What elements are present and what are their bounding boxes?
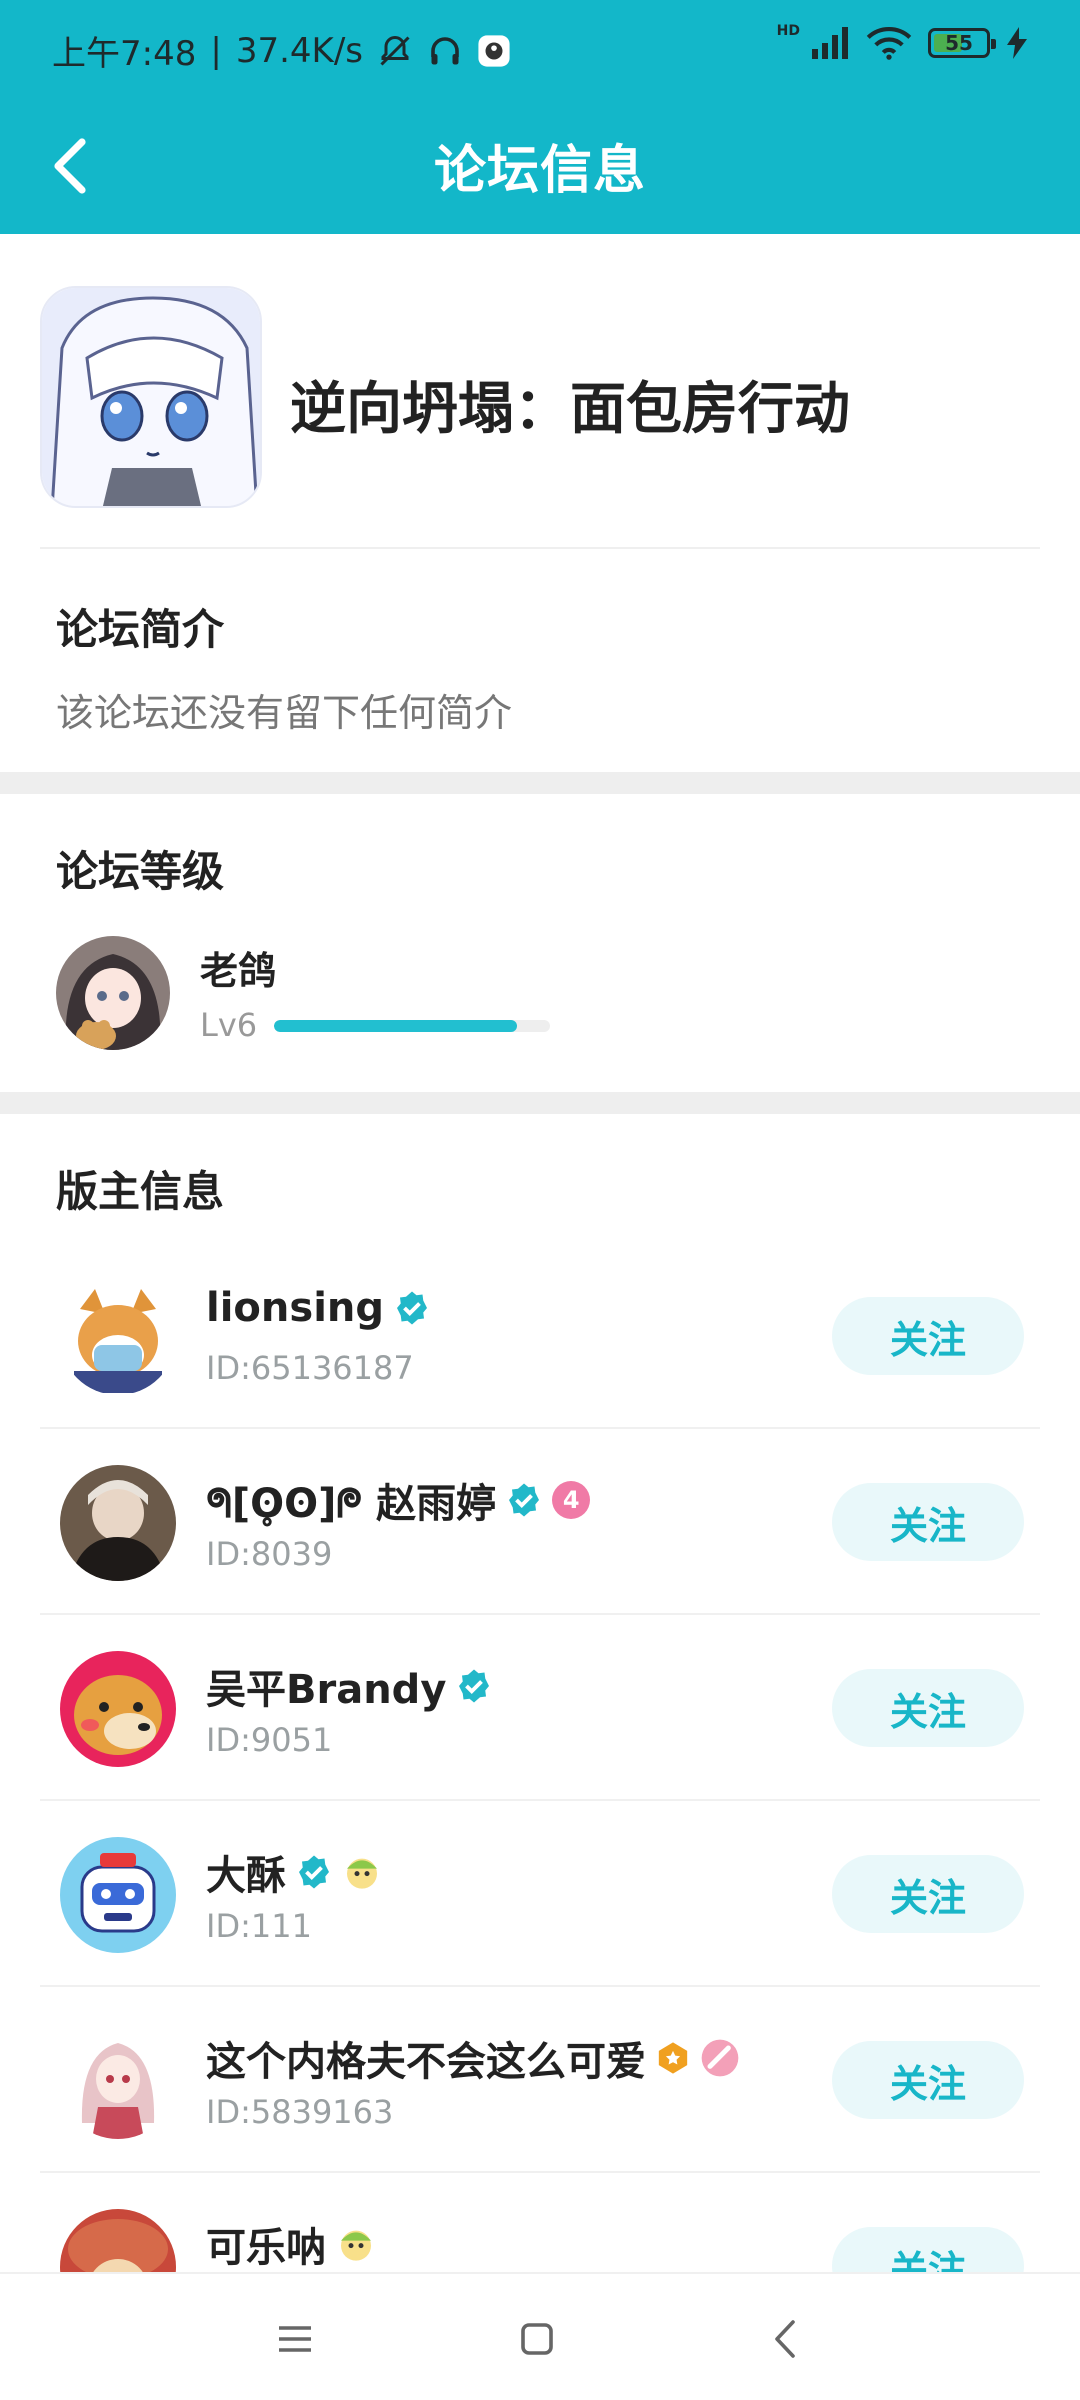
moderator-name-text: 大酥 bbox=[206, 1853, 286, 1899]
moderator-name-text: ᖗ[ʘ̥ʘ]ᖘ 赵雨婷 bbox=[206, 1481, 497, 1527]
moderator-row[interactable]: 大酥 ID:111 关注 bbox=[40, 1801, 1040, 1987]
follow-button[interactable]: 关注 bbox=[832, 2227, 1024, 2272]
moderator-id: ID:8039 bbox=[206, 1535, 333, 1573]
moderator-avatar[interactable] bbox=[60, 1651, 176, 1767]
badge-hex-icon bbox=[658, 2042, 688, 2074]
battery-level: 55 bbox=[945, 31, 973, 55]
system-nav-bar bbox=[0, 2272, 1080, 2400]
badge-pink-icon bbox=[701, 2039, 739, 2077]
intro-text: 该论坛还没有留下任何简介 bbox=[56, 691, 513, 735]
moderator-name-text: lionsing bbox=[206, 1285, 385, 1331]
follow-button[interactable]: 关注 bbox=[832, 2041, 1024, 2119]
level-name: 老鸽 bbox=[200, 949, 277, 993]
status-left: 上午7:48 | 37.4K/s bbox=[52, 26, 511, 75]
home-square-icon[interactable] bbox=[512, 2314, 562, 2364]
level-avatar bbox=[56, 936, 170, 1050]
moderator-row[interactable]: lionsing ID:65136187 关注 bbox=[40, 1243, 1040, 1429]
nav-bar: 论坛信息 bbox=[0, 100, 1080, 234]
status-net-speed: 37.4K/s bbox=[235, 30, 363, 71]
status-time: 上午7:48 bbox=[52, 34, 197, 74]
charging-icon bbox=[1007, 27, 1027, 59]
moderator-id: ID:111 bbox=[206, 1907, 312, 1945]
menu-icon[interactable] bbox=[270, 2314, 320, 2364]
moderator-avatar[interactable] bbox=[60, 2023, 176, 2139]
character-badge-icon bbox=[341, 2230, 371, 2261]
verified-icon bbox=[509, 1483, 540, 1517]
forum-name: 逆向坍塌：面包房行动 bbox=[290, 377, 850, 442]
moderator-avatar[interactable] bbox=[60, 2209, 176, 2272]
signal-icon bbox=[812, 27, 848, 59]
headphones-icon bbox=[431, 36, 459, 64]
top-bar: 上午7:48 | 37.4K/s HD 55 论坛信息 bbox=[0, 0, 1080, 234]
level-progress-bar bbox=[274, 1020, 550, 1032]
moderator-row[interactable]: 这个内格夫不会这么可爱 ID:5839163 关注 bbox=[40, 1987, 1040, 2173]
status-right: HD 55 bbox=[776, 23, 1028, 60]
moderator-name: 大酥 bbox=[206, 1843, 382, 1901]
moderator-id: ID:9051 bbox=[206, 1721, 333, 1759]
wifi-icon bbox=[866, 27, 912, 60]
moderator-name-text: 可乐呐 bbox=[206, 2225, 326, 2271]
status-hd: HD bbox=[776, 23, 800, 39]
level-title: 论坛等级 bbox=[56, 847, 225, 896]
moderator-name: 吴平Brandy bbox=[206, 1657, 492, 1715]
follow-button[interactable]: 关注 bbox=[832, 1855, 1024, 1933]
moderator-id: ID:65136187 bbox=[206, 1349, 414, 1387]
divider bbox=[40, 547, 1040, 549]
moderator-name-text: 这个内格夫不会这么可爱 bbox=[206, 2039, 646, 2085]
moderator-name-text: 吴平Brandy bbox=[206, 1667, 447, 1713]
section-gap bbox=[0, 772, 1080, 794]
moderator-name: lionsing bbox=[206, 1285, 430, 1331]
verified-icon bbox=[299, 1855, 329, 1889]
follow-button[interactable]: 关注 bbox=[832, 1669, 1024, 1747]
character-badge-icon bbox=[347, 1858, 377, 1889]
section-gap bbox=[0, 1092, 1080, 1114]
moderator-row[interactable]: 吴平Brandy ID:9051 关注 bbox=[40, 1615, 1040, 1801]
verified-icon bbox=[459, 1669, 490, 1703]
moderator-avatar[interactable] bbox=[60, 1279, 176, 1395]
moderators-title: 版主信息 bbox=[56, 1167, 225, 1216]
intro-title: 论坛简介 bbox=[56, 605, 225, 654]
level-lv: Lv6 bbox=[200, 1006, 258, 1044]
status-separator: | bbox=[210, 30, 222, 71]
follow-button[interactable]: 关注 bbox=[832, 1483, 1024, 1561]
level-progress-fill bbox=[274, 1020, 517, 1032]
bell-off-icon bbox=[380, 35, 410, 66]
moderator-name: 这个内格夫不会这么可爱 bbox=[206, 2029, 740, 2087]
moderator-name: ᖗ[ʘ̥ʘ]ᖘ 赵雨婷 4 bbox=[206, 1471, 591, 1529]
page-title: 论坛信息 bbox=[433, 141, 646, 201]
app-notification-icon bbox=[478, 34, 510, 67]
level-badge: 4 bbox=[552, 1481, 591, 1519]
moderator-row[interactable]: 可乐呐 关注 bbox=[40, 2173, 1040, 2272]
moderator-avatar[interactable] bbox=[60, 1837, 176, 1953]
moderator-avatar[interactable] bbox=[60, 1465, 176, 1581]
moderator-row[interactable]: ᖗ[ʘ̥ʘ]ᖘ 赵雨婷 4 ID:8039 关注 bbox=[40, 1429, 1040, 1615]
moderator-name: 可乐呐 bbox=[206, 2215, 376, 2272]
verified-icon bbox=[397, 1291, 428, 1325]
status-bar: 上午7:48 | 37.4K/s HD 55 bbox=[0, 0, 1080, 100]
forum-header: 逆向坍塌：面包房行动 bbox=[40, 286, 1040, 546]
back-nav-icon[interactable] bbox=[760, 2314, 810, 2364]
forum-logo bbox=[40, 286, 262, 508]
battery-icon: 55 bbox=[928, 28, 996, 58]
moderator-id: ID:5839163 bbox=[206, 2093, 394, 2131]
follow-button[interactable]: 关注 bbox=[832, 1297, 1024, 1375]
